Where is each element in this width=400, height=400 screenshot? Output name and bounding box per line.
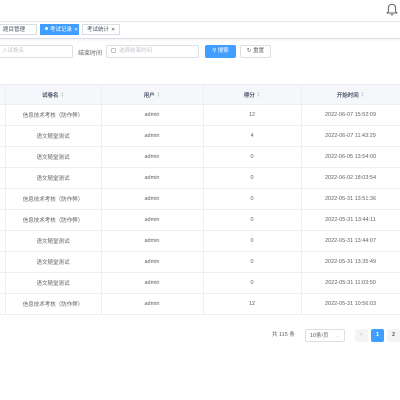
pagination-total: 共 115 条 — [272, 332, 295, 338]
table-row[interactable]: 信息技术考核（防作弊） admin 0 2022-05-31 13:51:36 — [0, 189, 400, 210]
tab-label: 考试统计 — [87, 27, 110, 33]
page-size-value: 10条/页 — [310, 333, 329, 339]
tab-label: 考试记录 — [50, 27, 73, 33]
cell-user: admin — [144, 280, 160, 286]
cell-user: admin — [144, 154, 160, 160]
cell-paper-name: 语文随堂测试 — [36, 260, 70, 266]
cell-paper-name: 语文随堂测试 — [36, 239, 70, 245]
cell-user: admin — [144, 301, 160, 307]
sort-icon[interactable]: ▲ ▼ — [61, 91, 64, 98]
page-number: 1 — [375, 332, 380, 338]
refresh-icon: ↻ — [246, 48, 252, 54]
cell-score: 0 — [250, 154, 254, 160]
column-title: 试卷名 — [42, 92, 59, 99]
table-row[interactable]: 语文随堂测试 admin 0 2022-05-31 13:44:07 — [0, 231, 400, 252]
end-time-label: 结束时间 — [78, 51, 103, 57]
cell-start-time: 2022-05-31 13:51:36 — [324, 196, 377, 202]
cell-paper-name: 语文随堂测试 — [36, 176, 70, 182]
cell-score: 0 — [250, 196, 254, 202]
close-icon[interactable]: ✕ — [111, 27, 115, 33]
column-header-paper[interactable]: 试卷名 ▲ ▼ — [5, 85, 101, 104]
cell-paper-name: 信息技术考核（防作弊） — [22, 302, 84, 308]
cell-score: 4 — [250, 133, 254, 139]
paper-name-placeholder: 入试卷名 — [2, 48, 25, 54]
tab-exam-statistics[interactable]: 考试统计 ✕ — [82, 24, 120, 35]
table-row[interactable]: 语文随堂测试 admin 4 2022-06-07 11:43:29 — [0, 126, 400, 147]
cell-score: 12 — [248, 301, 256, 307]
page-1-button[interactable]: 1 — [371, 329, 384, 342]
cell-start-time: 2022-06-07 15:52:09 — [324, 112, 377, 118]
table-header: 试卷名 ▲ ▼ 用户 ▲ ▼ 得分 ▲ ▼ 开始时间 ▲ ▼ — [0, 84, 400, 105]
cell-score: 0 — [250, 175, 254, 181]
cell-score: 0 — [250, 238, 254, 244]
prev-page-button[interactable]: < — [355, 329, 368, 342]
cell-score: 0 — [250, 259, 254, 265]
tab-label: 题目管理 — [3, 27, 26, 33]
cell-score: 0 — [250, 217, 254, 223]
paper-name-input[interactable]: 入试卷名 — [0, 45, 73, 58]
column-title: 开始时间 — [336, 92, 359, 99]
cell-score: 0 — [250, 280, 254, 286]
column-header-score[interactable]: 得分 ▲ ▼ — [203, 85, 301, 104]
search-icon: ⚲ — [212, 48, 217, 54]
tab-question-management[interactable]: 题目管理 — [0, 24, 37, 35]
cell-user: admin — [144, 133, 160, 139]
cell-user: admin — [144, 196, 160, 202]
cell-paper-name: 信息技术考核（防作弊） — [22, 113, 84, 119]
page-size-select[interactable]: 10条/页 ⌄ — [305, 329, 345, 342]
cell-start-time: 2022-05-31 11:03:50 — [325, 280, 376, 286]
chevron-down-icon: ⌄ — [335, 333, 340, 339]
cell-user: admin — [144, 259, 160, 265]
bell-icon[interactable] — [386, 3, 398, 17]
page-2-button[interactable]: 2 — [387, 329, 400, 342]
end-time-placeholder: 选择结束时间 — [119, 48, 153, 54]
sort-icon[interactable]: ▲ ▼ — [157, 91, 160, 98]
cell-start-time: 2022-06-02 18:03:54 — [324, 175, 377, 181]
cell-paper-name: 语文随堂测试 — [36, 155, 70, 161]
cell-user: admin — [144, 175, 160, 181]
column-header-user[interactable]: 用户 ▲ ▼ — [101, 85, 203, 104]
cell-paper-name: 信息技术考核（防作弊） — [22, 197, 84, 203]
cell-user: admin — [144, 217, 160, 223]
cell-paper-name: 语文随堂测试 — [36, 134, 70, 140]
cell-score: 12 — [248, 112, 256, 118]
table-row[interactable]: 信息技术考核（防作弊） admin 12 2022-05-31 10:56:03 — [0, 294, 400, 315]
search-label: 搜索 — [217, 48, 229, 54]
tags-view: 题目管理 考试记录 ✕ 考试统计 ✕ — [0, 21, 400, 39]
cell-start-time: 2022-05-31 10:56:03 — [324, 301, 377, 307]
cell-user: admin — [144, 112, 160, 118]
top-navbar — [0, 0, 400, 21]
tab-exam-records[interactable]: 考试记录 ✕ — [40, 24, 79, 35]
table-row[interactable]: 语文随堂测试 admin 0 2022-05-31 11:03:50 — [0, 273, 400, 294]
sort-icon[interactable]: ▲ ▼ — [257, 91, 260, 98]
cell-start-time: 2022-06-05 13:54:00 — [324, 154, 377, 160]
chevron-left-icon: < — [359, 332, 364, 338]
table-row[interactable]: 信息技术考核（防作弊） admin 12 2022-06-07 15:52:09 — [0, 105, 400, 126]
cell-user: admin — [144, 238, 160, 244]
table-row[interactable]: 信息技术考核（防作弊） admin 0 2022-05-31 13:44:11 — [0, 210, 400, 231]
cell-start-time: 2022-05-31 13:44:11 — [325, 217, 376, 223]
table-row[interactable]: 语文随堂测试 admin 0 2022-06-05 13:54:00 — [0, 147, 400, 168]
reset-label: 重置 — [253, 48, 265, 54]
table-row[interactable]: 语文随堂测试 admin 0 2022-05-31 13:35:49 — [0, 252, 400, 273]
cell-start-time: 2022-05-31 13:44:07 — [324, 238, 377, 244]
page-number: 2 — [391, 332, 396, 338]
cell-start-time: 2022-06-07 11:43:29 — [325, 133, 376, 139]
column-title: 得分 — [243, 92, 255, 99]
column-title: 用户 — [143, 92, 155, 99]
search-button[interactable]: ⚲ 搜索 — [205, 45, 236, 58]
calendar-icon — [111, 48, 116, 53]
active-dot-icon — [45, 27, 48, 30]
reset-button[interactable]: ↻ 重置 — [240, 45, 271, 58]
close-icon[interactable]: ✕ — [74, 27, 78, 33]
cell-paper-name: 语文随堂测试 — [36, 281, 70, 287]
table-row[interactable]: 语文随堂测试 admin 0 2022-06-02 18:03:54 — [0, 168, 400, 189]
column-header-start-time[interactable]: 开始时间 ▲ ▼ — [301, 85, 400, 104]
sort-icon[interactable]: ▲ ▼ — [361, 91, 364, 98]
cell-paper-name: 信息技术考核（防作弊） — [22, 218, 84, 224]
cell-start-time: 2022-05-31 13:35:49 — [324, 259, 377, 265]
end-time-picker[interactable]: 选择结束时间 — [106, 45, 199, 58]
